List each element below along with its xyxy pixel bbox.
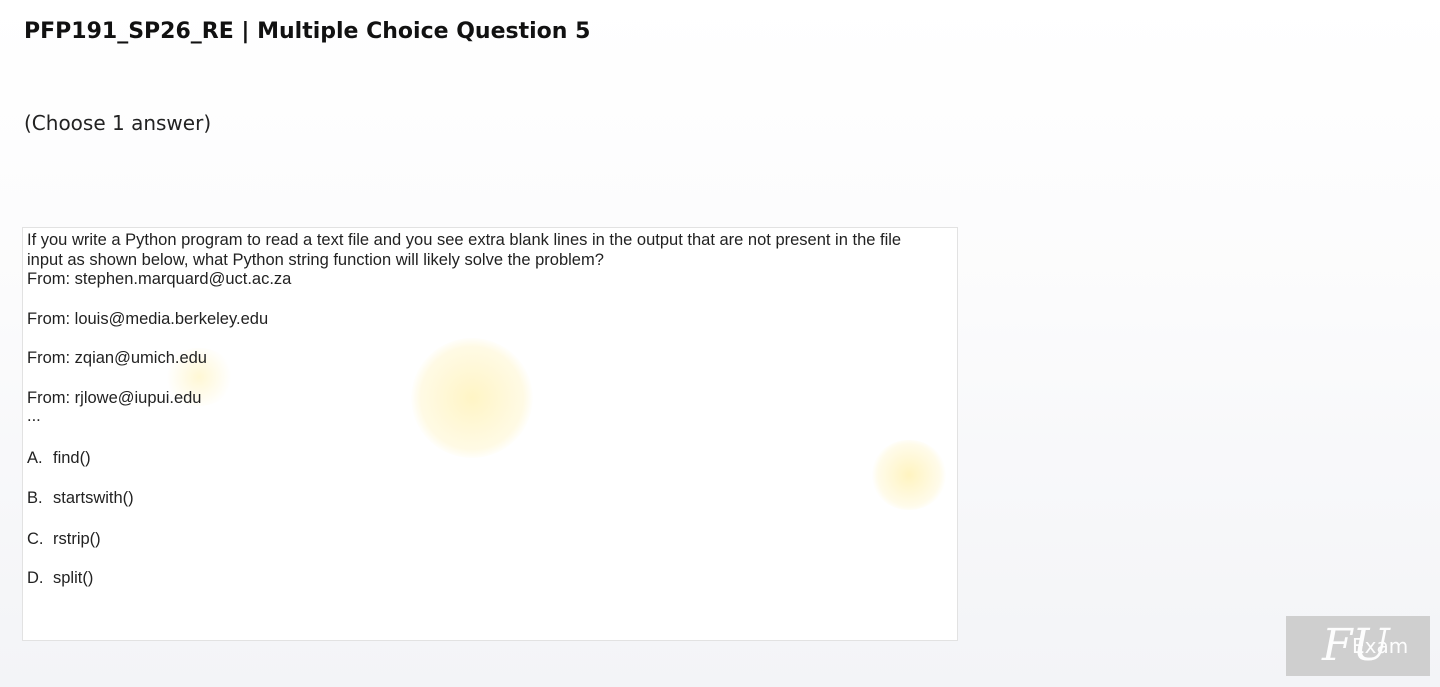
sample-line: From: stephen.marquard@uct.ac.za	[27, 270, 292, 288]
option-letter: B.	[27, 489, 43, 507]
option-b[interactable]: B. startswith()	[27, 489, 134, 508]
option-label: rstrip()	[53, 530, 101, 548]
watermark-face-icon	[411, 338, 533, 458]
page-title: PFP191_SP26_RE | Multiple Choice Questio…	[24, 19, 591, 44]
option-label: split()	[53, 569, 94, 587]
option-label: startswith()	[53, 489, 134, 507]
sample-line: From: louis@media.berkeley.edu	[27, 310, 269, 328]
fu-exam-logo: FU Exam	[1286, 616, 1430, 676]
sample-line: From: rjlowe@iupui.edu	[27, 389, 202, 407]
question-text: If you write a Python program to read a …	[27, 231, 902, 269]
logo-word: Exam	[1352, 634, 1409, 658]
option-c[interactable]: C. rstrip()	[27, 530, 101, 549]
question-panel: If you write a Python program to read a …	[22, 227, 958, 641]
option-letter: C.	[27, 530, 44, 548]
option-label: find()	[53, 449, 91, 467]
sample-ellipsis: ...	[27, 407, 41, 425]
choose-instruction: (Choose 1 answer)	[24, 111, 212, 135]
option-a[interactable]: A. find()	[27, 449, 91, 468]
option-letter: D.	[27, 569, 44, 587]
watermark-face-icon	[871, 440, 947, 510]
option-d[interactable]: D. split()	[27, 569, 93, 588]
option-letter: A.	[27, 449, 43, 467]
sample-line: From: zqian@umich.edu	[27, 349, 207, 367]
